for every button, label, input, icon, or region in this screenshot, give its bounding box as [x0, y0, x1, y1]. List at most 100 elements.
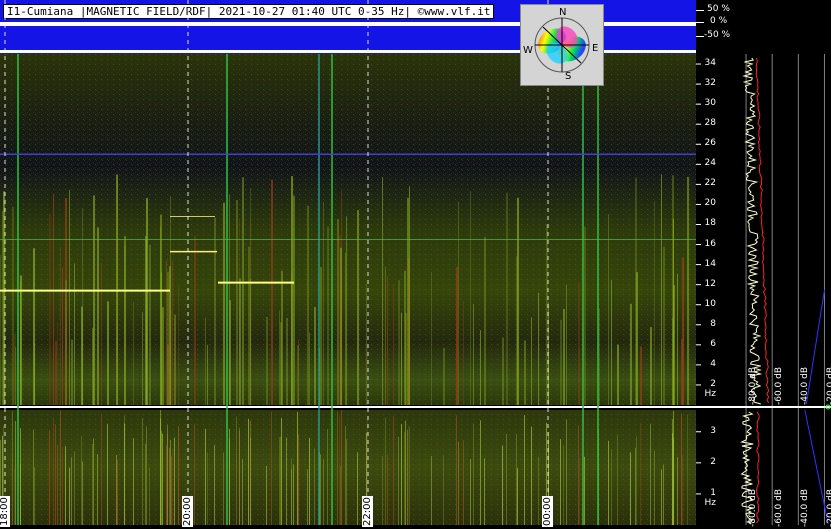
streak-lower	[146, 426, 147, 525]
streak-lower	[314, 448, 315, 525]
streak-lower	[178, 426, 179, 525]
upper-y-tick-label: 34	[704, 58, 716, 69]
sferic-line-cyan	[318, 54, 320, 525]
compass-e: E	[592, 43, 599, 54]
streak-upper	[207, 344, 208, 405]
streak-upper	[608, 214, 609, 405]
lower-y-tick-label: 1 Hz	[704, 487, 717, 508]
upper-y-tick-label: 26	[704, 138, 716, 149]
streak-lower	[584, 456, 585, 525]
streak-upper	[142, 312, 143, 405]
streak-upper	[60, 246, 61, 405]
lower-db-label: -80.0 dB	[748, 488, 759, 527]
streak-lower	[357, 452, 358, 525]
streak-lower	[340, 465, 341, 525]
streak-lower	[640, 423, 641, 525]
streak-lower	[443, 455, 444, 525]
streak-lower	[55, 424, 56, 525]
streak-lower	[398, 436, 399, 525]
upper-y-tick-label: 16	[704, 238, 716, 249]
streak-upper	[484, 237, 486, 405]
streak-upper	[345, 252, 346, 405]
upper-y-tick-label: 22	[704, 178, 716, 189]
streak-lower	[194, 423, 195, 525]
upper-db-label: -80.0 dB	[748, 366, 759, 405]
streak-upper	[323, 201, 324, 405]
streak-lower	[681, 413, 682, 525]
upper-y-tick-label: 32	[704, 78, 716, 89]
streak-lower	[236, 416, 237, 525]
sferic-line-3	[582, 54, 584, 525]
streak-lower	[93, 438, 94, 525]
streak-upper	[640, 346, 642, 405]
streak-lower	[250, 420, 251, 525]
streak-lower	[408, 425, 409, 525]
streak-lower	[169, 447, 170, 525]
streak-upper	[307, 205, 309, 405]
streak-lower	[473, 423, 474, 525]
streak-upper	[71, 339, 73, 405]
streak-lower	[341, 410, 342, 525]
streak-lower	[242, 459, 243, 525]
streak-upper	[661, 174, 662, 405]
streak-lower	[320, 454, 321, 525]
streak-lower	[281, 418, 282, 525]
streak-upper	[145, 236, 147, 405]
streak-upper	[133, 301, 134, 405]
streak-lower	[101, 413, 102, 525]
streak-upper	[33, 248, 35, 405]
streak-upper	[566, 284, 567, 405]
streak-upper	[74, 263, 75, 405]
streak-lower	[280, 436, 281, 525]
streak-lower	[298, 434, 299, 525]
streak-lower	[524, 415, 525, 525]
streak-lower	[81, 435, 82, 525]
upper-y-tick-label: 6	[710, 338, 716, 349]
streak-upper	[65, 280, 67, 405]
streak-lower	[506, 433, 507, 525]
streak-lower	[409, 426, 410, 525]
streak-upper	[160, 214, 162, 405]
streak-lower	[266, 466, 267, 525]
streak-upper	[443, 348, 445, 405]
upper-y-tick-label: 30	[704, 98, 716, 109]
streak-lower	[65, 446, 66, 525]
streak-upper	[281, 270, 283, 405]
x-tick-label: 20:00	[182, 496, 193, 527]
streak-lower	[517, 468, 518, 525]
streak-upper	[309, 332, 310, 405]
streak-lower	[531, 426, 532, 525]
streak-lower	[630, 452, 631, 525]
upper-y-tick-label: 20	[704, 198, 716, 209]
streak-lower	[608, 440, 609, 525]
streak-upper	[124, 245, 126, 405]
lower-db-label: -20.0 dB	[826, 488, 831, 527]
streak-upper	[366, 283, 367, 405]
streak-lower	[650, 423, 651, 525]
lower-y-tick-label: 2	[710, 456, 716, 467]
streak-upper	[327, 226, 329, 405]
streak-upper	[382, 177, 383, 405]
streak-upper	[229, 300, 231, 405]
streak-upper	[630, 303, 632, 405]
lower-db-label: -40.0 dB	[800, 488, 811, 527]
streak-upper	[248, 246, 250, 405]
streak-lower	[149, 467, 150, 525]
streak-upper	[169, 266, 171, 405]
streak-lower	[15, 421, 16, 525]
streak-upper	[92, 328, 94, 405]
streak-lower	[160, 418, 161, 525]
sferic-line-4	[597, 54, 599, 525]
streak-lower	[174, 437, 175, 525]
streak-upper	[340, 247, 342, 405]
streak-lower	[387, 454, 388, 525]
streak-lower	[239, 427, 240, 525]
streak-lower	[538, 456, 539, 525]
upper-y-tick-label: 4	[710, 358, 716, 369]
streak-lower	[456, 415, 457, 525]
upper-db-label: -60.0 dB	[774, 366, 785, 405]
streak-lower	[661, 469, 662, 525]
streak-lower	[223, 452, 224, 525]
streak-lower	[635, 447, 636, 525]
profile-layer	[696, 54, 831, 525]
